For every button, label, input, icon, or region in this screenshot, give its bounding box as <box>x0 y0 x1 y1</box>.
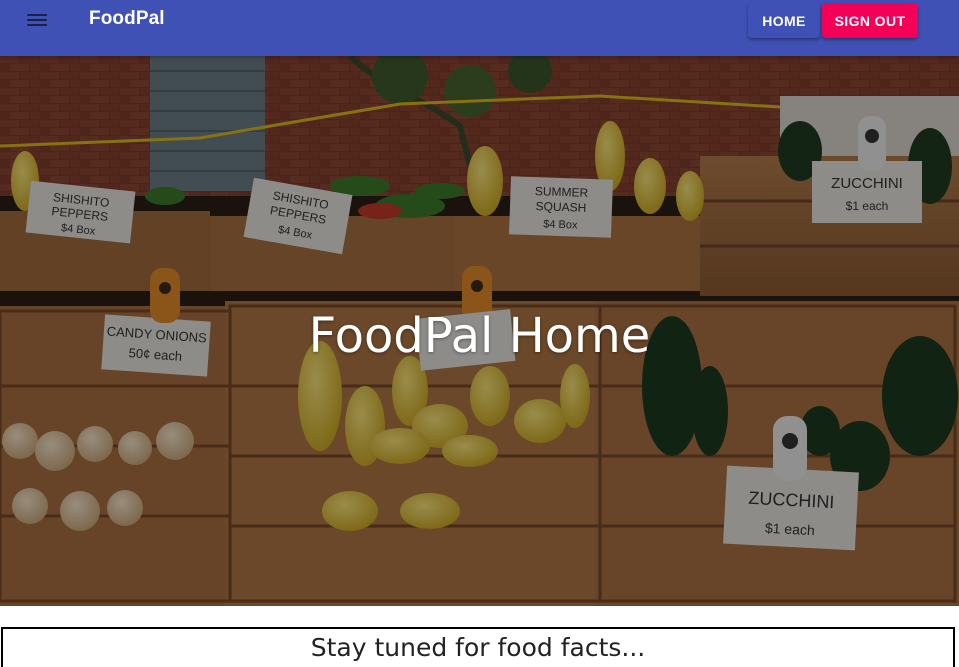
menu-icon <box>20 6 54 34</box>
hero-banner: SHISHITO PEPPERS $4 Box SHISHITO PEPPERS… <box>0 56 959 606</box>
app-bar: FoodPal HOME SIGN OUT <box>0 0 959 56</box>
sign-out-button[interactable]: SIGN OUT <box>822 3 918 38</box>
menu-button[interactable] <box>20 6 54 34</box>
home-button[interactable]: HOME <box>748 3 820 38</box>
food-facts-box: Stay tuned for food facts... <box>1 627 955 667</box>
app-brand[interactable]: FoodPal <box>89 8 165 30</box>
hero-title: FoodPal Home <box>308 308 651 364</box>
